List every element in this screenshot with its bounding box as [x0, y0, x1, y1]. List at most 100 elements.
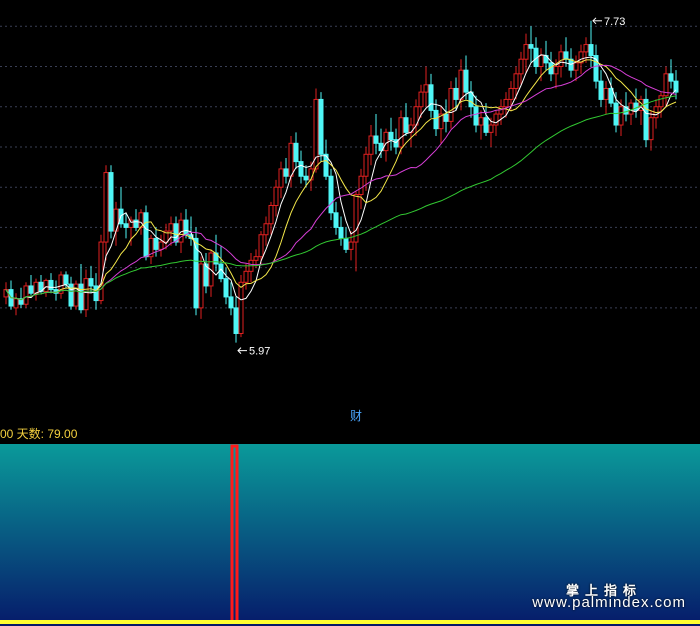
candle-up [383, 131, 389, 152]
candle-down [303, 175, 309, 181]
candle-up [558, 51, 564, 68]
candle-down [223, 278, 229, 298]
annotations: 7.73 5.97 财 [237, 16, 625, 423]
candle-up [358, 175, 364, 196]
candle-down [633, 102, 639, 111]
candle-down [28, 285, 34, 294]
candle-down [283, 168, 289, 177]
indicator-header: 00 天数: 79.00 [0, 424, 700, 444]
watermark-url: www.palmindex.com [532, 594, 686, 611]
annotation-low: 5.97 [237, 346, 270, 358]
candle-down [78, 283, 84, 311]
candle-up [513, 73, 519, 89]
candles [3, 20, 679, 343]
candle-up [363, 153, 369, 177]
candle-down [233, 307, 239, 334]
candle-down [473, 106, 479, 126]
candle-down [668, 73, 674, 82]
candle-down [453, 87, 459, 100]
candle-down [298, 161, 304, 177]
candle-up [43, 279, 49, 292]
candle-up [73, 283, 79, 307]
candle-up [508, 87, 514, 100]
candle-down [443, 113, 449, 122]
candle-down [183, 219, 189, 236]
candle-up [128, 219, 134, 228]
candle-up [478, 117, 484, 126]
candle-up [488, 124, 494, 133]
candle-down [153, 237, 159, 250]
annotation-label: 5.97 [249, 346, 270, 358]
candle-up [538, 55, 544, 68]
candle-up [273, 186, 279, 206]
candle-down [123, 223, 129, 228]
chart-window: 7.73 5.97 财 00 天数: 79.00 掌上指标 www.palminde… [0, 0, 700, 626]
candle-up [648, 117, 654, 141]
annotation-high: 7.73 [592, 16, 625, 28]
candle-down [428, 84, 434, 111]
candle-down [88, 278, 94, 287]
candle-down [403, 117, 409, 133]
candle-down [338, 226, 344, 239]
candle-up [628, 102, 634, 115]
candle-down [93, 285, 99, 302]
candle-down [388, 131, 394, 141]
candle-up [583, 44, 589, 53]
candle-down [293, 142, 299, 163]
event-marker: 财 [350, 409, 362, 423]
candle-up [13, 298, 19, 309]
candle-down [643, 98, 649, 141]
candle-down [318, 98, 324, 155]
candle-up [573, 62, 579, 71]
candle-up [98, 241, 104, 302]
candle-up [23, 285, 29, 305]
candle-down [328, 175, 334, 214]
candle-up [493, 113, 499, 126]
candle-up [103, 172, 109, 243]
candle-down [463, 69, 469, 93]
candle-up [258, 234, 264, 258]
indicator-baseline [0, 620, 700, 624]
candle-up [523, 44, 529, 60]
candle-up [658, 95, 664, 108]
candle-up [288, 142, 294, 177]
candle-up [418, 91, 424, 108]
candle-down [143, 212, 149, 258]
candle-up [313, 98, 319, 170]
candle-down [598, 80, 604, 100]
candle-up [83, 278, 89, 311]
candle-up [158, 241, 164, 250]
candle-down [63, 274, 69, 285]
candle-up [268, 204, 274, 225]
candle-up [243, 270, 249, 283]
candle-down [588, 44, 594, 57]
candle-up [198, 263, 204, 309]
candlestick-chart[interactable]: 7.73 5.97 财 [0, 0, 700, 424]
candle-up [553, 66, 559, 75]
candle-up [603, 87, 609, 100]
candle-up [423, 84, 429, 93]
candle-down [68, 283, 74, 307]
annotation-label: 7.73 [604, 16, 625, 28]
candle-up [3, 289, 9, 298]
candle-down [343, 237, 349, 250]
candle-up [503, 98, 509, 108]
candle-down [48, 279, 54, 291]
candle-up [263, 223, 269, 236]
candle-up [168, 223, 174, 232]
candle-down [563, 51, 569, 60]
candle-up [278, 168, 284, 188]
indicator-header-text: 00 天数: 79.00 [0, 427, 78, 441]
candle-down [373, 135, 379, 144]
candle-up [618, 106, 624, 126]
candle-down [228, 296, 234, 309]
candle-up [253, 256, 259, 261]
candle-up [498, 106, 504, 115]
candle-down [433, 109, 439, 130]
candle-up [458, 69, 464, 100]
candle-down [528, 44, 534, 49]
candle-up [368, 135, 374, 155]
candle-up [398, 117, 404, 148]
candle-up [348, 241, 354, 250]
candle-down [333, 212, 339, 228]
